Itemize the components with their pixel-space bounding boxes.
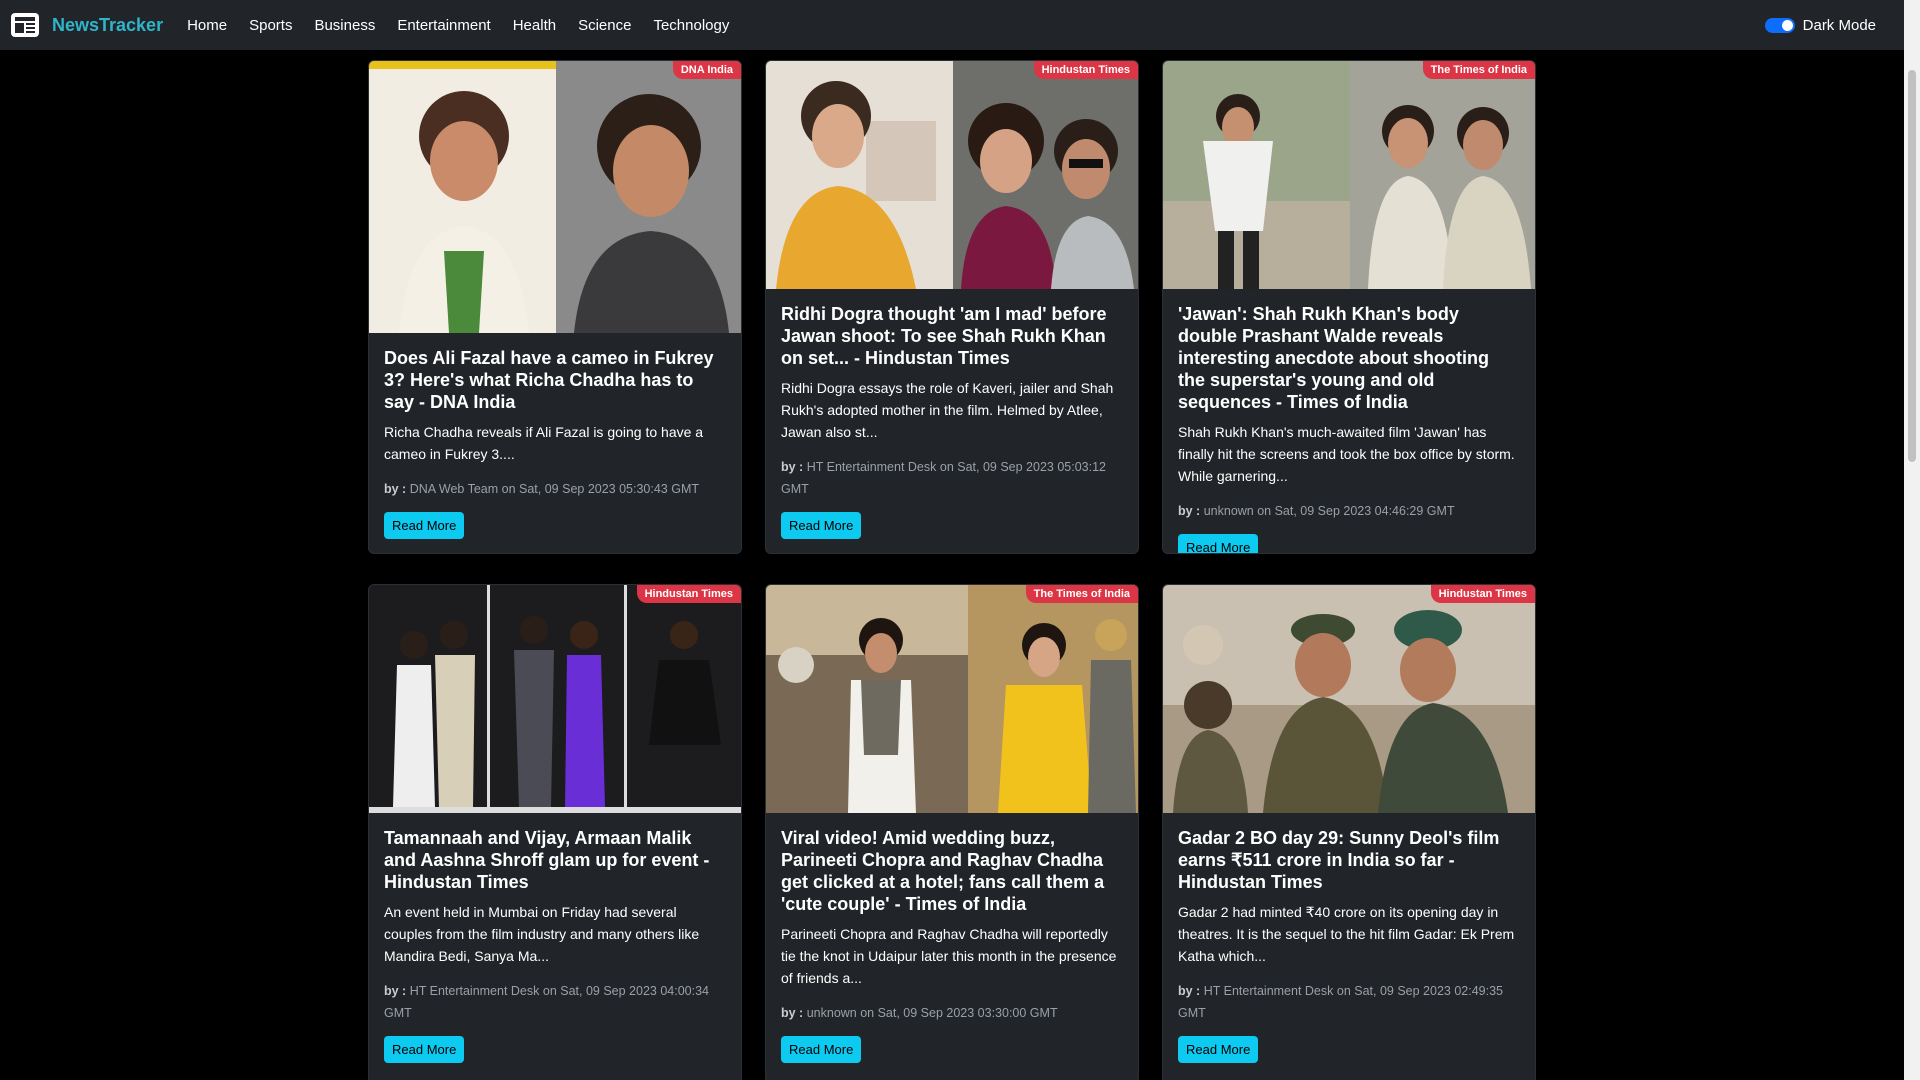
card-title: Does Ali Fazal have a cameo in Fukrey 3?… [384, 348, 714, 412]
card-meta: by : HT Entertainment Desk on Sat, 09 Se… [781, 456, 1123, 500]
card-title: 'Jawan': Shah Rukh Khan's body double Pr… [1178, 304, 1490, 412]
by-label: by : [781, 460, 804, 474]
news-card: Hindustan Times Ridhi Dogra thought 'am … [765, 60, 1139, 554]
read-more-button[interactable]: Read More [1178, 1036, 1259, 1063]
source-badge: Hindustan Times [636, 585, 741, 603]
card-meta: by : DNA Web Team on Sat, 09 Sep 2023 05… [384, 478, 726, 500]
source-badge: The Times of India [1422, 61, 1535, 79]
nav-link-business[interactable]: Business [314, 17, 375, 34]
news-image[interactable]: The Times of India [766, 585, 1138, 813]
nav-link-science[interactable]: Science [578, 17, 631, 34]
navbar: NewsTracker Home Sports Business Enterta… [0, 0, 1904, 50]
card-description: An event held in Mumbai on Friday had se… [384, 904, 700, 964]
card-title: Tamannaah and Vijay, Armaan Malik and Aa… [384, 828, 710, 892]
news-image[interactable]: DNA India [369, 61, 741, 333]
by-label: by : [1178, 984, 1201, 998]
card-description: Ridhi Dogra essays the role of Kaveri, j… [781, 380, 1114, 440]
brand-name: NewsTracker [52, 14, 164, 35]
read-more-button[interactable]: Read More [781, 512, 862, 539]
card-meta: by : unknown on Sat, 09 Sep 2023 04:46:2… [1178, 500, 1520, 522]
nav-link-home[interactable]: Home [187, 17, 227, 34]
card-description: Parineeti Chopra and Raghav Chadha will … [781, 926, 1117, 986]
author-date: DNA Web Team on Sat, 09 Sep 2023 05:30:4… [406, 482, 700, 496]
nav-link-health[interactable]: Health [513, 17, 556, 34]
scrollbar[interactable] [1904, 0, 1920, 1080]
author-date: HT Entertainment Desk on Sat, 09 Sep 202… [384, 984, 709, 1020]
card-body: Viral video! Amid wedding buzz, Parineet… [766, 813, 1138, 1077]
source-badge: Hindustan Times [1033, 61, 1138, 79]
card-description: Gadar 2 had minted ₹40 crore on its open… [1178, 904, 1515, 964]
card-title: Gadar 2 BO day 29: Sunny Deol's film ear… [1178, 828, 1500, 892]
source-badge: The Times of India [1025, 585, 1138, 603]
news-card: DNA India Does Ali Fazal have a cameo in… [368, 60, 742, 554]
read-more-button[interactable]: Read More [781, 1036, 862, 1063]
news-image[interactable]: Hindustan Times [766, 61, 1138, 289]
news-image[interactable]: Hindustan Times [369, 585, 741, 813]
author-date: unknown on Sat, 09 Sep 2023 04:46:29 GMT [1200, 504, 1455, 518]
source-badge: DNA India [672, 61, 741, 79]
card-description: Richa Chadha reveals if Ali Fazal is goi… [384, 424, 704, 462]
author-date: HT Entertainment Desk on Sat, 09 Sep 202… [1178, 984, 1503, 1020]
card-body: Does Ali Fazal have a cameo in Fukrey 3?… [369, 333, 741, 553]
nav-link-technology[interactable]: Technology [653, 17, 729, 34]
dark-mode-switch[interactable]: Dark Mode [1764, 16, 1876, 34]
by-label: by : [384, 482, 407, 496]
nav-links: Home Sports Business Entertainment Healt… [187, 17, 729, 34]
nav-link-sports[interactable]: Sports [249, 17, 292, 34]
read-more-button[interactable]: Read More [1178, 534, 1259, 553]
card-title: Viral video! Amid wedding buzz, Parineet… [781, 828, 1105, 914]
card-body: Tamannaah and Vijay, Armaan Malik and Aa… [369, 813, 741, 1077]
news-grid: DNA India Does Ali Fazal have a cameo in… [368, 60, 1536, 1080]
card-meta: by : HT Entertainment Desk on Sat, 09 Se… [1178, 980, 1520, 1024]
news-card: The Times of India Viral video! Amid wed… [765, 584, 1139, 1080]
card-meta: by : unknown on Sat, 09 Sep 2023 03:30:0… [781, 1002, 1123, 1024]
author-date: HT Entertainment Desk on Sat, 09 Sep 202… [781, 460, 1106, 496]
card-body: Gadar 2 BO day 29: Sunny Deol's film ear… [1163, 813, 1535, 1077]
toggle-switch[interactable] [1764, 17, 1795, 33]
card-title: Ridhi Dogra thought 'am I mad' before Ja… [781, 304, 1107, 368]
author-date: unknown on Sat, 09 Sep 2023 03:30:00 GMT [803, 1006, 1058, 1020]
nav-link-entertainment[interactable]: Entertainment [397, 17, 490, 34]
card-description: Shah Rukh Khan's much-awaited film 'Jawa… [1178, 424, 1515, 484]
brand[interactable]: NewsTracker [10, 11, 163, 39]
newspaper-icon [11, 13, 39, 37]
read-more-button[interactable]: Read More [384, 512, 465, 539]
news-card: Hindustan Times Tamannaah and Vijay, Arm… [368, 584, 742, 1080]
by-label: by : [384, 984, 407, 998]
by-label: by : [1178, 504, 1201, 518]
card-meta: by : HT Entertainment Desk on Sat, 09 Se… [384, 980, 726, 1024]
card-body: Ridhi Dogra thought 'am I mad' before Ja… [766, 289, 1138, 553]
news-card: The Times of India 'Jawan': Shah Rukh Kh… [1162, 60, 1536, 554]
by-label: by : [781, 1006, 804, 1020]
card-body: 'Jawan': Shah Rukh Khan's body double Pr… [1163, 289, 1535, 553]
read-more-button[interactable]: Read More [384, 1036, 465, 1063]
news-image[interactable]: Hindustan Times [1163, 585, 1535, 813]
news-image[interactable]: The Times of India [1163, 61, 1535, 289]
dark-mode-label: Dark Mode [1802, 16, 1876, 34]
source-badge: Hindustan Times [1430, 585, 1535, 603]
scrollbar-thumb[interactable] [1908, 70, 1916, 462]
news-card: Hindustan Times Gadar 2 BO day 29: Sunny… [1162, 584, 1536, 1080]
